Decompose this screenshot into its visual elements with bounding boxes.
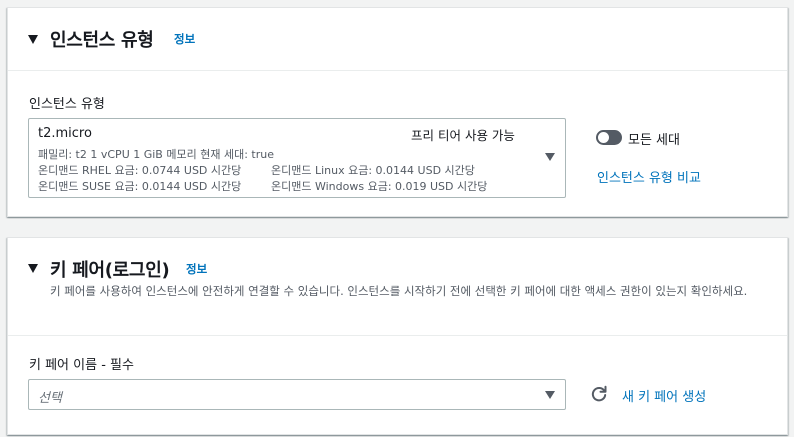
linux-price: 온디맨드 Linux 요금: 0.0144 USD 시간당 (271, 164, 475, 177)
key-pair-panel: 키 페어(로그인) 정보 키 페어를 사용하여 인스턴스에 안전하게 연결할 수… (7, 237, 788, 435)
key-pair-panel-header: 키 페어(로그인) 정보 키 페어를 사용하여 인스턴스에 안전하게 연결할 수… (8, 238, 787, 336)
key-pair-description: 키 페어를 사용하여 인스턴스에 안전하게 연결할 수 있습니다. 인스턴스를 … (50, 284, 748, 298)
instance-type-select[interactable]: t2.micro 프리 티어 사용 가능 패밀리: t2 1 vCPU 1 Gi… (28, 118, 566, 198)
suse-price: 온디맨드 SUSE 요금: 0.0144 USD 시간당 (38, 180, 242, 193)
info-link[interactable]: 정보 (174, 31, 195, 47)
collapse-caret-icon[interactable] (28, 264, 38, 273)
key-pair-name-label: 키 페어 이름 - 필수 (29, 358, 134, 373)
instance-type-label: 인스턴스 유형 (29, 97, 105, 112)
free-tier-badge: 프리 티어 사용 가능 (411, 128, 515, 143)
windows-price: 온디맨드 Windows 요금: 0.019 USD 시간당 (271, 180, 488, 193)
instance-type-panel-header: 인스턴스 유형 정보 (8, 8, 787, 71)
create-key-pair-link[interactable]: 새 키 페어 생성 (622, 386, 706, 405)
key-pair-select[interactable]: 선택 (28, 379, 566, 410)
all-generations-toggle[interactable] (596, 130, 622, 145)
rhel-price: 온디맨드 RHEL 요금: 0.0744 USD 시간당 (38, 164, 242, 177)
instance-specs: 패밀리: t2 1 vCPU 1 GiB 메모리 현재 세대: true (38, 148, 274, 161)
toggle-knob (598, 132, 609, 143)
selected-instance-name: t2.micro (38, 126, 92, 141)
refresh-icon[interactable] (590, 385, 608, 403)
panel-title: 인스턴스 유형 (50, 30, 154, 51)
dropdown-arrow-icon (545, 391, 555, 399)
compare-instance-types-link[interactable]: 인스턴스 유형 비교 (597, 167, 701, 186)
dropdown-arrow-icon (545, 153, 555, 161)
panel-title: 키 페어(로그인) (50, 260, 170, 281)
select-placeholder: 선택 (38, 391, 62, 406)
instance-type-panel: 인스턴스 유형 정보 인스턴스 유형 t2.micro 프리 티어 사용 가능 … (7, 7, 788, 217)
info-link[interactable]: 정보 (186, 261, 207, 277)
collapse-caret-icon[interactable] (28, 35, 38, 44)
all-generations-label: 모든 세대 (628, 133, 680, 148)
